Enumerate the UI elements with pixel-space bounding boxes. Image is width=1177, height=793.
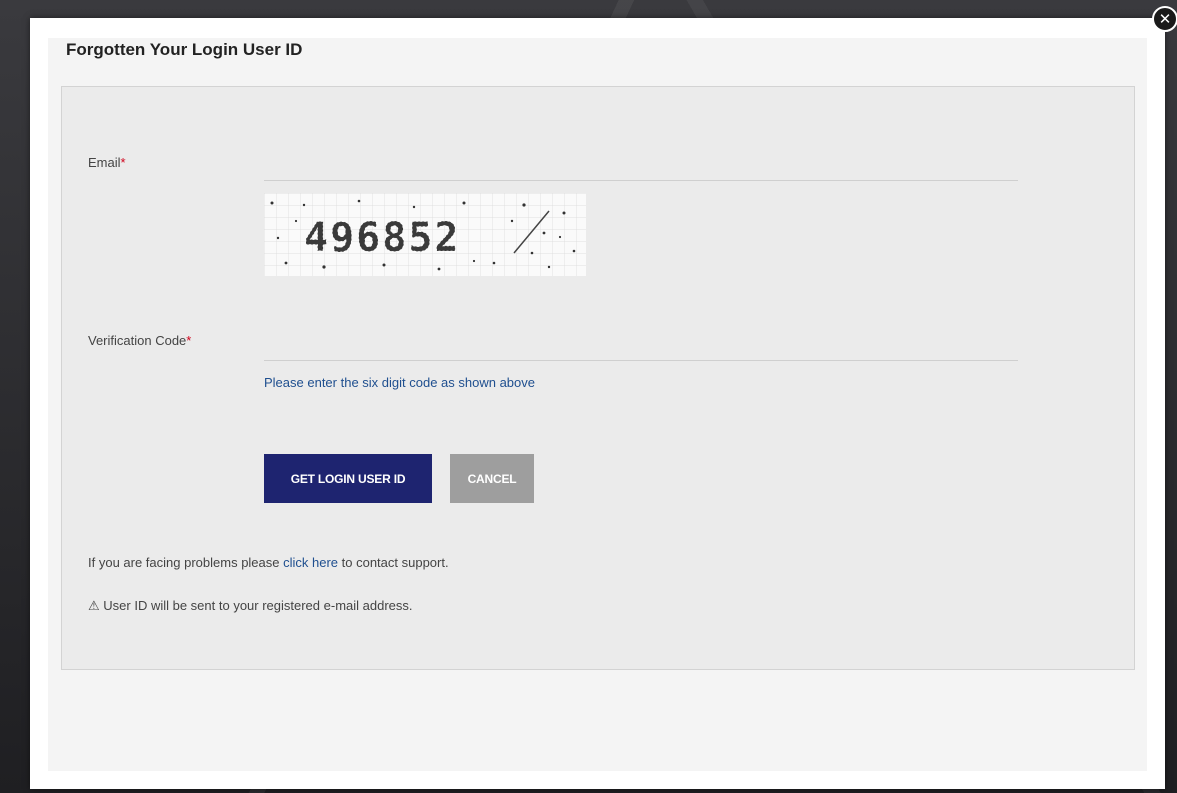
warning-icon: ⚠ xyxy=(88,598,100,613)
verification-label-text: Verification Code xyxy=(88,333,187,348)
captcha-code: 496852 xyxy=(304,215,461,261)
close-button[interactable]: ✕ xyxy=(1152,6,1177,32)
support-note: If you are facing problems please click … xyxy=(88,555,449,570)
email-input[interactable] xyxy=(264,158,1018,181)
email-label-text: Email xyxy=(88,155,121,170)
verification-hint: Please enter the six digit code as shown… xyxy=(264,375,536,390)
support-link[interactable]: click here xyxy=(283,555,338,570)
close-icon: ✕ xyxy=(1158,10,1172,28)
get-login-user-id-button[interactable]: GET LOGIN USER ID xyxy=(264,454,432,503)
required-mark: * xyxy=(120,155,126,170)
verification-label: Verification Code* xyxy=(88,333,191,348)
warning-note: ⚠ User ID will be sent to your registere… xyxy=(88,598,413,614)
required-mark: * xyxy=(186,333,192,348)
captcha-image: 496852 xyxy=(264,193,586,276)
verification-code-input[interactable] xyxy=(264,338,1018,361)
support-prefix: If you are facing problems please xyxy=(88,555,284,570)
warning-text: User ID will be sent to your registered … xyxy=(99,598,413,613)
cancel-button[interactable]: CANCEL xyxy=(450,454,534,503)
email-label: Email* xyxy=(88,155,126,170)
dialog-title: Forgotten Your Login User ID xyxy=(66,40,303,59)
support-suffix: to contact support. xyxy=(338,555,449,570)
